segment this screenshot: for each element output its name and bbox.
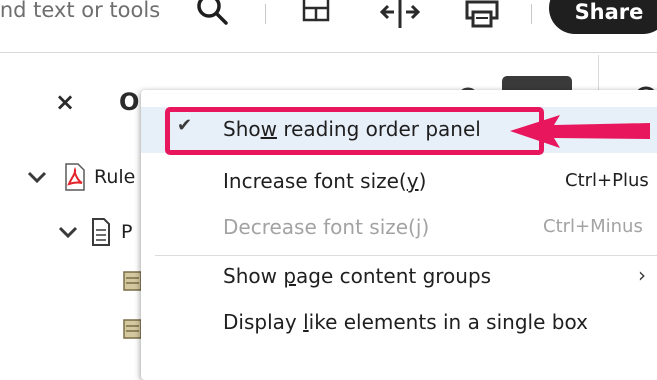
menu-item-label: Decrease font size(j) bbox=[223, 215, 430, 239]
close-panel-button[interactable]: × bbox=[55, 88, 75, 116]
menu-item-decrease-font-size[interactable]: Decrease font size(j) Ctrl+Minus bbox=[141, 205, 657, 251]
toolbar-separator bbox=[531, 4, 532, 24]
print-icon[interactable] bbox=[464, 0, 500, 30]
tree-row-page[interactable]: P bbox=[57, 218, 132, 246]
panel-title: O bbox=[119, 88, 140, 116]
top-toolbar: ind text or tools Share bbox=[0, 0, 657, 53]
search-icon[interactable] bbox=[196, 0, 230, 28]
annotation-highlight-box bbox=[165, 107, 544, 155]
search-input[interactable]: ind text or tools bbox=[0, 0, 160, 22]
tree-row-document[interactable]: Rule bbox=[26, 163, 135, 191]
chevron-down-icon[interactable] bbox=[26, 169, 48, 185]
menu-item-label: Show page content groups bbox=[223, 264, 492, 288]
split-arrows-icon[interactable] bbox=[380, 0, 420, 30]
tree-item-label: Rule bbox=[94, 166, 136, 188]
grid-icon[interactable] bbox=[302, 0, 332, 26]
menu-item-show-page-content-groups[interactable]: Show page content groups › bbox=[141, 254, 657, 300]
tree-item-label: P bbox=[121, 221, 133, 243]
menu-item-label: Increase font size(y) bbox=[223, 169, 427, 193]
pdf-file-icon bbox=[65, 163, 85, 191]
menu-item-shortcut: Ctrl+Plus bbox=[565, 170, 649, 191]
menu-item-label: Display like elements in a single box bbox=[223, 310, 588, 334]
toolbar-separator bbox=[265, 4, 266, 24]
chevron-right-icon: › bbox=[638, 263, 646, 287]
menu-item-increase-font-size[interactable]: Increase font size(y) Ctrl+Plus bbox=[141, 159, 657, 205]
element-thumbnail-icon[interactable] bbox=[123, 270, 141, 292]
element-thumbnail-icon[interactable] bbox=[123, 318, 141, 340]
page-icon bbox=[92, 218, 110, 246]
menu-item-display-like-elements[interactable]: Display like elements in a single box bbox=[141, 300, 657, 346]
menu-item-shortcut: Ctrl+Minus bbox=[543, 216, 643, 237]
chevron-down-icon[interactable] bbox=[57, 224, 79, 240]
share-button[interactable]: Share bbox=[549, 0, 657, 34]
annotation-arrow-icon bbox=[510, 115, 650, 148]
